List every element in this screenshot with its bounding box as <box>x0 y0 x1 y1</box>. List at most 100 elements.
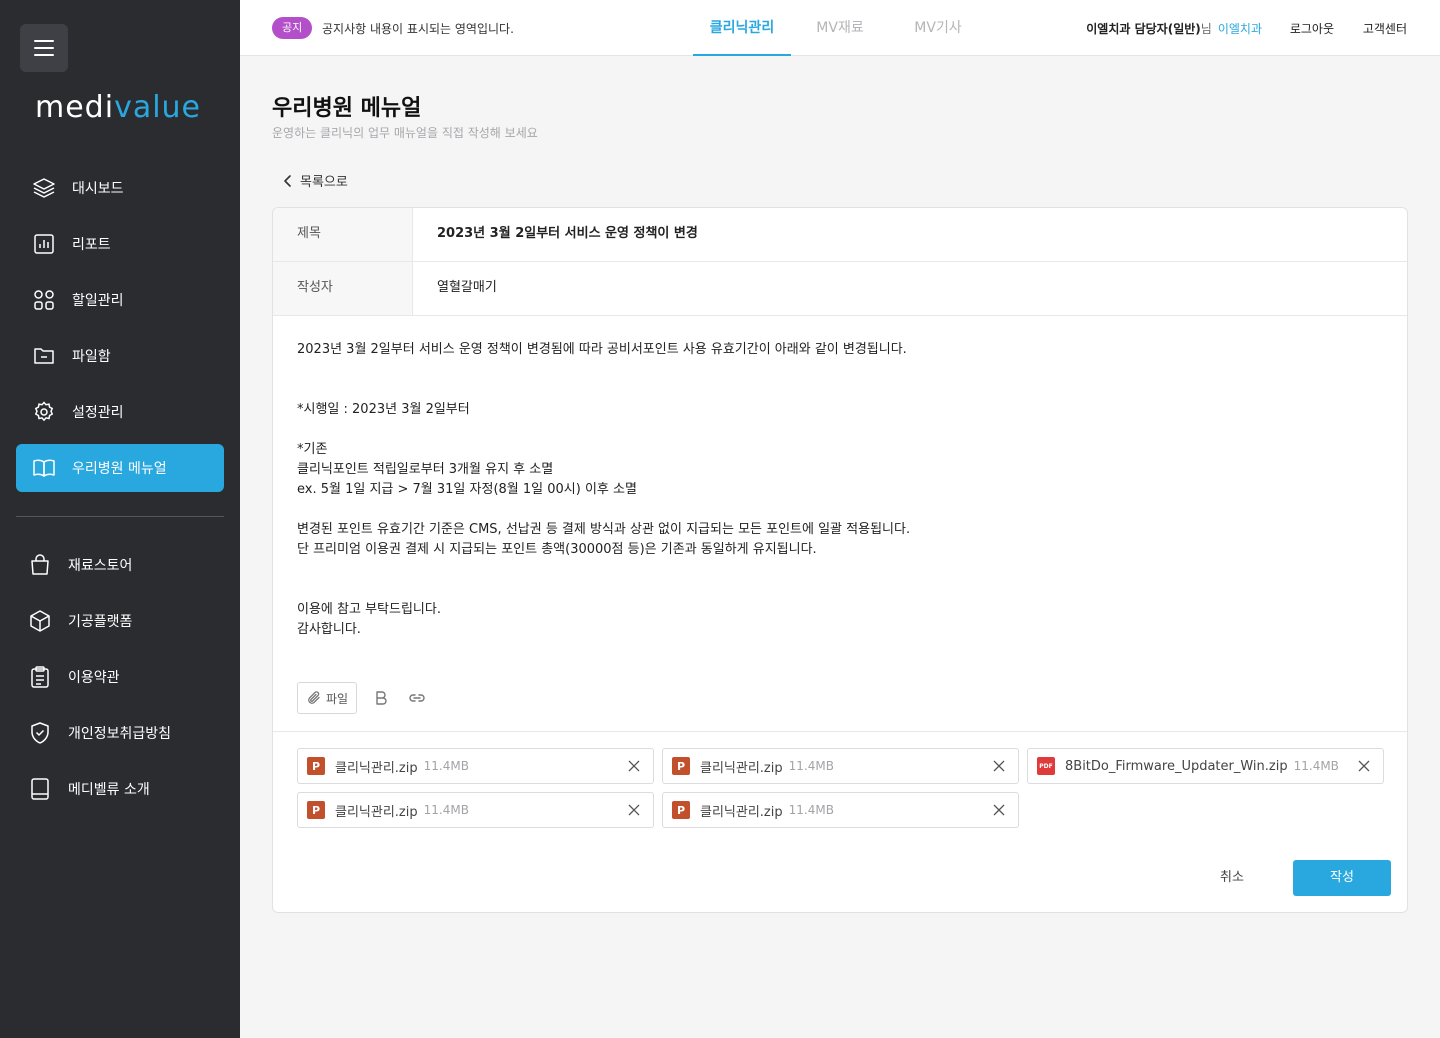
notice-text[interactable]: 공지사항 내용이 표시되는 영역입니다. <box>322 20 514 37</box>
nav-divider <box>16 516 224 517</box>
sidebar-item-dashboard[interactable]: 대시보드 <box>16 164 224 212</box>
sidebar-item-label: 이용약관 <box>68 670 120 686</box>
sidebar-item-lab-platform[interactable]: 기공플랫폼 <box>16 597 224 645</box>
close-icon[interactable] <box>992 803 1006 817</box>
close-icon[interactable] <box>627 803 641 817</box>
body-line <box>297 360 1377 380</box>
bag-icon <box>31 554 49 575</box>
attachment-divider <box>273 731 1407 732</box>
page-title: 우리병원 메뉴얼 <box>272 96 422 121</box>
grid-icon <box>34 290 54 310</box>
body-line <box>297 420 1377 440</box>
sidebar-item-todo[interactable]: 할일관리 <box>16 276 224 324</box>
sidebar-item-terms[interactable]: 이용약관 <box>16 653 224 701</box>
sidebar-item-label: 재료스토어 <box>68 558 133 574</box>
logout-link[interactable]: 로그아웃 <box>1290 20 1334 37</box>
pdf-file-icon: PDF <box>1037 757 1055 775</box>
attachment-item[interactable]: P 클리닉관리.zip 11.4MB <box>662 748 1019 784</box>
sidebar-item-manual[interactable]: 우리병원 메뉴얼 <box>16 444 224 492</box>
tab-mv-technician[interactable]: MV기사 <box>889 0 987 56</box>
file-button-label: 파일 <box>326 691 349 706</box>
support-link[interactable]: 고객센터 <box>1363 20 1407 37</box>
tab-clinic-management[interactable]: 클리닉관리 <box>693 0 791 56</box>
user-info: 이엘치과 담당자(일반)님 이엘치과 <box>1086 20 1262 37</box>
sidebar-item-label: 파일함 <box>72 349 111 365</box>
main-nav: 대시보드 리포트 할일관리 파일함 설정관리 우리병원 메뉴얼 <box>16 164 224 500</box>
title-label: 제목 <box>273 208 413 261</box>
author-label: 작성자 <box>273 262 413 315</box>
body-editor[interactable]: 2023년 3월 2일부터 서비스 운영 정책이 변경됨에 따라 공비서포인트 … <box>297 340 1377 640</box>
attachment-name: 클리닉관리.zip <box>700 804 783 820</box>
logo[interactable]: medivalue <box>35 90 201 125</box>
clinic-name[interactable]: 이엘치과 <box>1218 22 1262 36</box>
close-icon[interactable] <box>1357 759 1371 773</box>
attachment-name: 클리닉관리.zip <box>335 760 418 776</box>
close-icon[interactable] <box>992 759 1006 773</box>
attachment-item[interactable]: PDF 8BitDo_Firmware_Updater_Win.zip 11.4… <box>1027 748 1384 784</box>
page-subtitle: 운영하는 클리닉의 업무 매뉴얼을 직접 작성해 보세요 <box>272 126 538 140</box>
body-line: 감사합니다. <box>297 622 361 637</box>
sidebar: medivalue 대시보드 리포트 할일관리 파일함 설정관리 우리병원 메뉴… <box>0 0 240 1038</box>
sidebar-item-label: 리포트 <box>72 237 111 253</box>
logo-accent: value <box>114 90 202 125</box>
sidebar-item-label: 설정관리 <box>72 405 124 421</box>
body-line: ex. 5월 1일 지급 > 7월 31일 자정(8월 1일 00시) 이후 소… <box>297 482 637 497</box>
author-row: 작성자 열혈갈매기 <box>273 262 1407 316</box>
sidebar-item-settings[interactable]: 설정관리 <box>16 388 224 436</box>
ppt-file-icon: P <box>672 801 690 819</box>
chevron-left-icon <box>284 174 291 187</box>
top-header: 공지 공지사항 내용이 표시되는 영역입니다. 클리닉관리 MV재료 MV기사 … <box>240 0 1440 56</box>
attachment-size: 11.4MB <box>423 759 469 773</box>
body-line: 이용에 참고 부탁드립니다. <box>297 602 441 617</box>
attachment-name: 클리닉관리.zip <box>335 804 418 820</box>
submit-button[interactable]: 작성 <box>1293 860 1391 896</box>
gear-icon <box>34 401 54 422</box>
sidebar-item-label: 대시보드 <box>72 181 124 197</box>
chart-icon <box>34 234 54 254</box>
link-icon[interactable] <box>405 686 429 710</box>
attachment-item[interactable]: P 클리닉관리.zip 11.4MB <box>297 792 654 828</box>
sidebar-item-label: 개인정보취급방침 <box>68 726 172 742</box>
body-line: 단 프리미엄 이용권 결제 시 지급되는 포인트 총액(30000점 등)은 기… <box>297 542 817 557</box>
hamburger-menu-icon[interactable] <box>20 24 68 72</box>
bold-icon[interactable] <box>369 686 393 710</box>
box-icon <box>30 610 50 632</box>
tab-mv-materials[interactable]: MV재료 <box>791 0 889 56</box>
editor-toolbar: 파일 <box>297 681 429 715</box>
sidebar-item-report[interactable]: 리포트 <box>16 220 224 268</box>
user-name: 이엘치과 담당자(일반) <box>1086 22 1201 36</box>
attachment-size: 11.4MB <box>423 803 469 817</box>
body-line <box>297 500 1377 520</box>
body-line: *시행일 : 2023년 3월 2일부터 <box>297 402 470 417</box>
title-value[interactable]: 2023년 3월 2일부터 서비스 운영 정책이 변경 <box>413 208 698 261</box>
attach-file-button[interactable]: 파일 <box>297 682 358 714</box>
user-suffix: 님 <box>1200 22 1212 36</box>
body-line <box>297 560 1377 580</box>
back-to-list-link[interactable]: 목록으로 <box>282 171 348 190</box>
attachment-name: 클리닉관리.zip <box>700 760 783 776</box>
body-line: *기존 <box>297 442 328 457</box>
attachment-size: 11.4MB <box>788 803 834 817</box>
attachment-name: 8BitDo_Firmware_Updater_Win.zip <box>1065 758 1288 774</box>
folder-icon <box>34 348 54 364</box>
close-icon[interactable] <box>627 759 641 773</box>
attachment-item[interactable]: P 클리닉관리.zip 11.4MB <box>297 748 654 784</box>
body-line: 클리닉포인트 적립일로부터 3개월 유지 후 소멸 <box>297 462 554 477</box>
attachment-size: 11.4MB <box>1293 759 1339 773</box>
cancel-button[interactable]: 취소 <box>1199 860 1265 896</box>
sidebar-item-files[interactable]: 파일함 <box>16 332 224 380</box>
sidebar-item-store[interactable]: 재료스토어 <box>16 541 224 589</box>
logo-prefix: medi <box>35 90 115 125</box>
paperclip-icon <box>308 691 320 704</box>
shield-icon <box>31 722 49 744</box>
secondary-nav: 재료스토어 기공플랫폼 이용약관 개인정보취급방침 메디벨류 소개 <box>16 541 224 821</box>
notice-badge: 공지 <box>272 17 313 39</box>
body-line: 변경된 포인트 유효기간 기준은 CMS, 선납권 등 결제 방식과 상관 없이… <box>297 522 911 537</box>
sidebar-item-about[interactable]: 메디벨류 소개 <box>16 765 224 813</box>
body-line <box>297 380 1377 400</box>
sidebar-item-privacy[interactable]: 개인정보취급방침 <box>16 709 224 757</box>
back-label: 목록으로 <box>300 175 348 190</box>
sidebar-item-label: 할일관리 <box>72 293 124 309</box>
sidebar-item-label: 기공플랫폼 <box>68 614 133 630</box>
attachment-item[interactable]: P 클리닉관리.zip 11.4MB <box>662 792 1019 828</box>
